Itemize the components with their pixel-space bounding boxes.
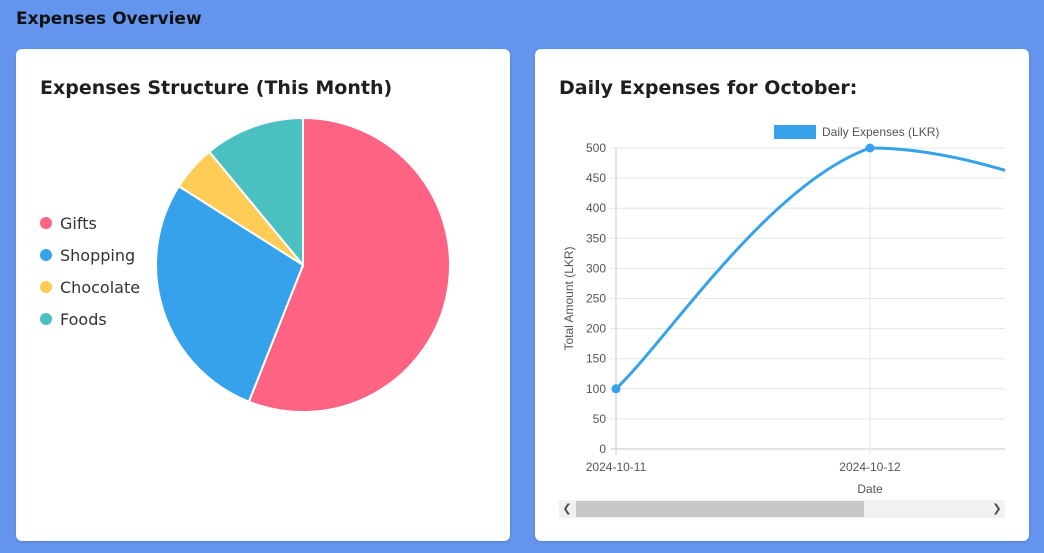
y-tick-label: 150 bbox=[586, 352, 606, 366]
pie-chart bbox=[155, 116, 451, 413]
data-point[interactable] bbox=[865, 143, 875, 153]
y-tick-label: 0 bbox=[599, 442, 606, 456]
line-legend-label[interactable]: Daily Expenses (LKR) bbox=[822, 125, 939, 139]
y-tick-label: 350 bbox=[586, 231, 606, 245]
x-tick-label: 2024-10-12 bbox=[839, 460, 901, 474]
y-axis-title: Total Amount (LKR) bbox=[562, 246, 576, 350]
y-tick-label: 300 bbox=[586, 261, 606, 275]
pie-chart-card: Expenses Structure (This Month) Gifts Sh… bbox=[16, 49, 510, 541]
scroll-right-arrow-icon[interactable]: ❯ bbox=[989, 500, 1005, 518]
data-point[interactable] bbox=[611, 384, 621, 394]
y-tick-label: 400 bbox=[586, 201, 606, 215]
line-chart-card: Daily Expenses for October: 0 50 100 150 200… bbox=[535, 49, 1029, 541]
chart-horizontal-scrollbar[interactable]: ❮ ❯ bbox=[559, 500, 1005, 518]
x-axis-title: Date bbox=[857, 482, 883, 496]
y-tick-label: 250 bbox=[586, 292, 606, 306]
y-tick-label: 50 bbox=[593, 412, 607, 426]
scroll-thumb[interactable] bbox=[576, 501, 864, 517]
x-tick-label: 2024-10-11 bbox=[586, 460, 647, 474]
page-title: Expenses Overview bbox=[16, 9, 202, 29]
y-tick-label: 500 bbox=[586, 141, 606, 155]
line-chart: 0 50 100 150 200 250 300 350 400 450 500 2024-10-11… bbox=[562, 125, 1005, 496]
y-tick-label: 100 bbox=[586, 382, 606, 396]
line-legend-swatch[interactable] bbox=[774, 125, 816, 139]
scroll-left-arrow-icon[interactable]: ❮ bbox=[559, 500, 575, 518]
y-tick-label: 200 bbox=[586, 322, 606, 336]
y-tick-label: 450 bbox=[586, 171, 606, 185]
